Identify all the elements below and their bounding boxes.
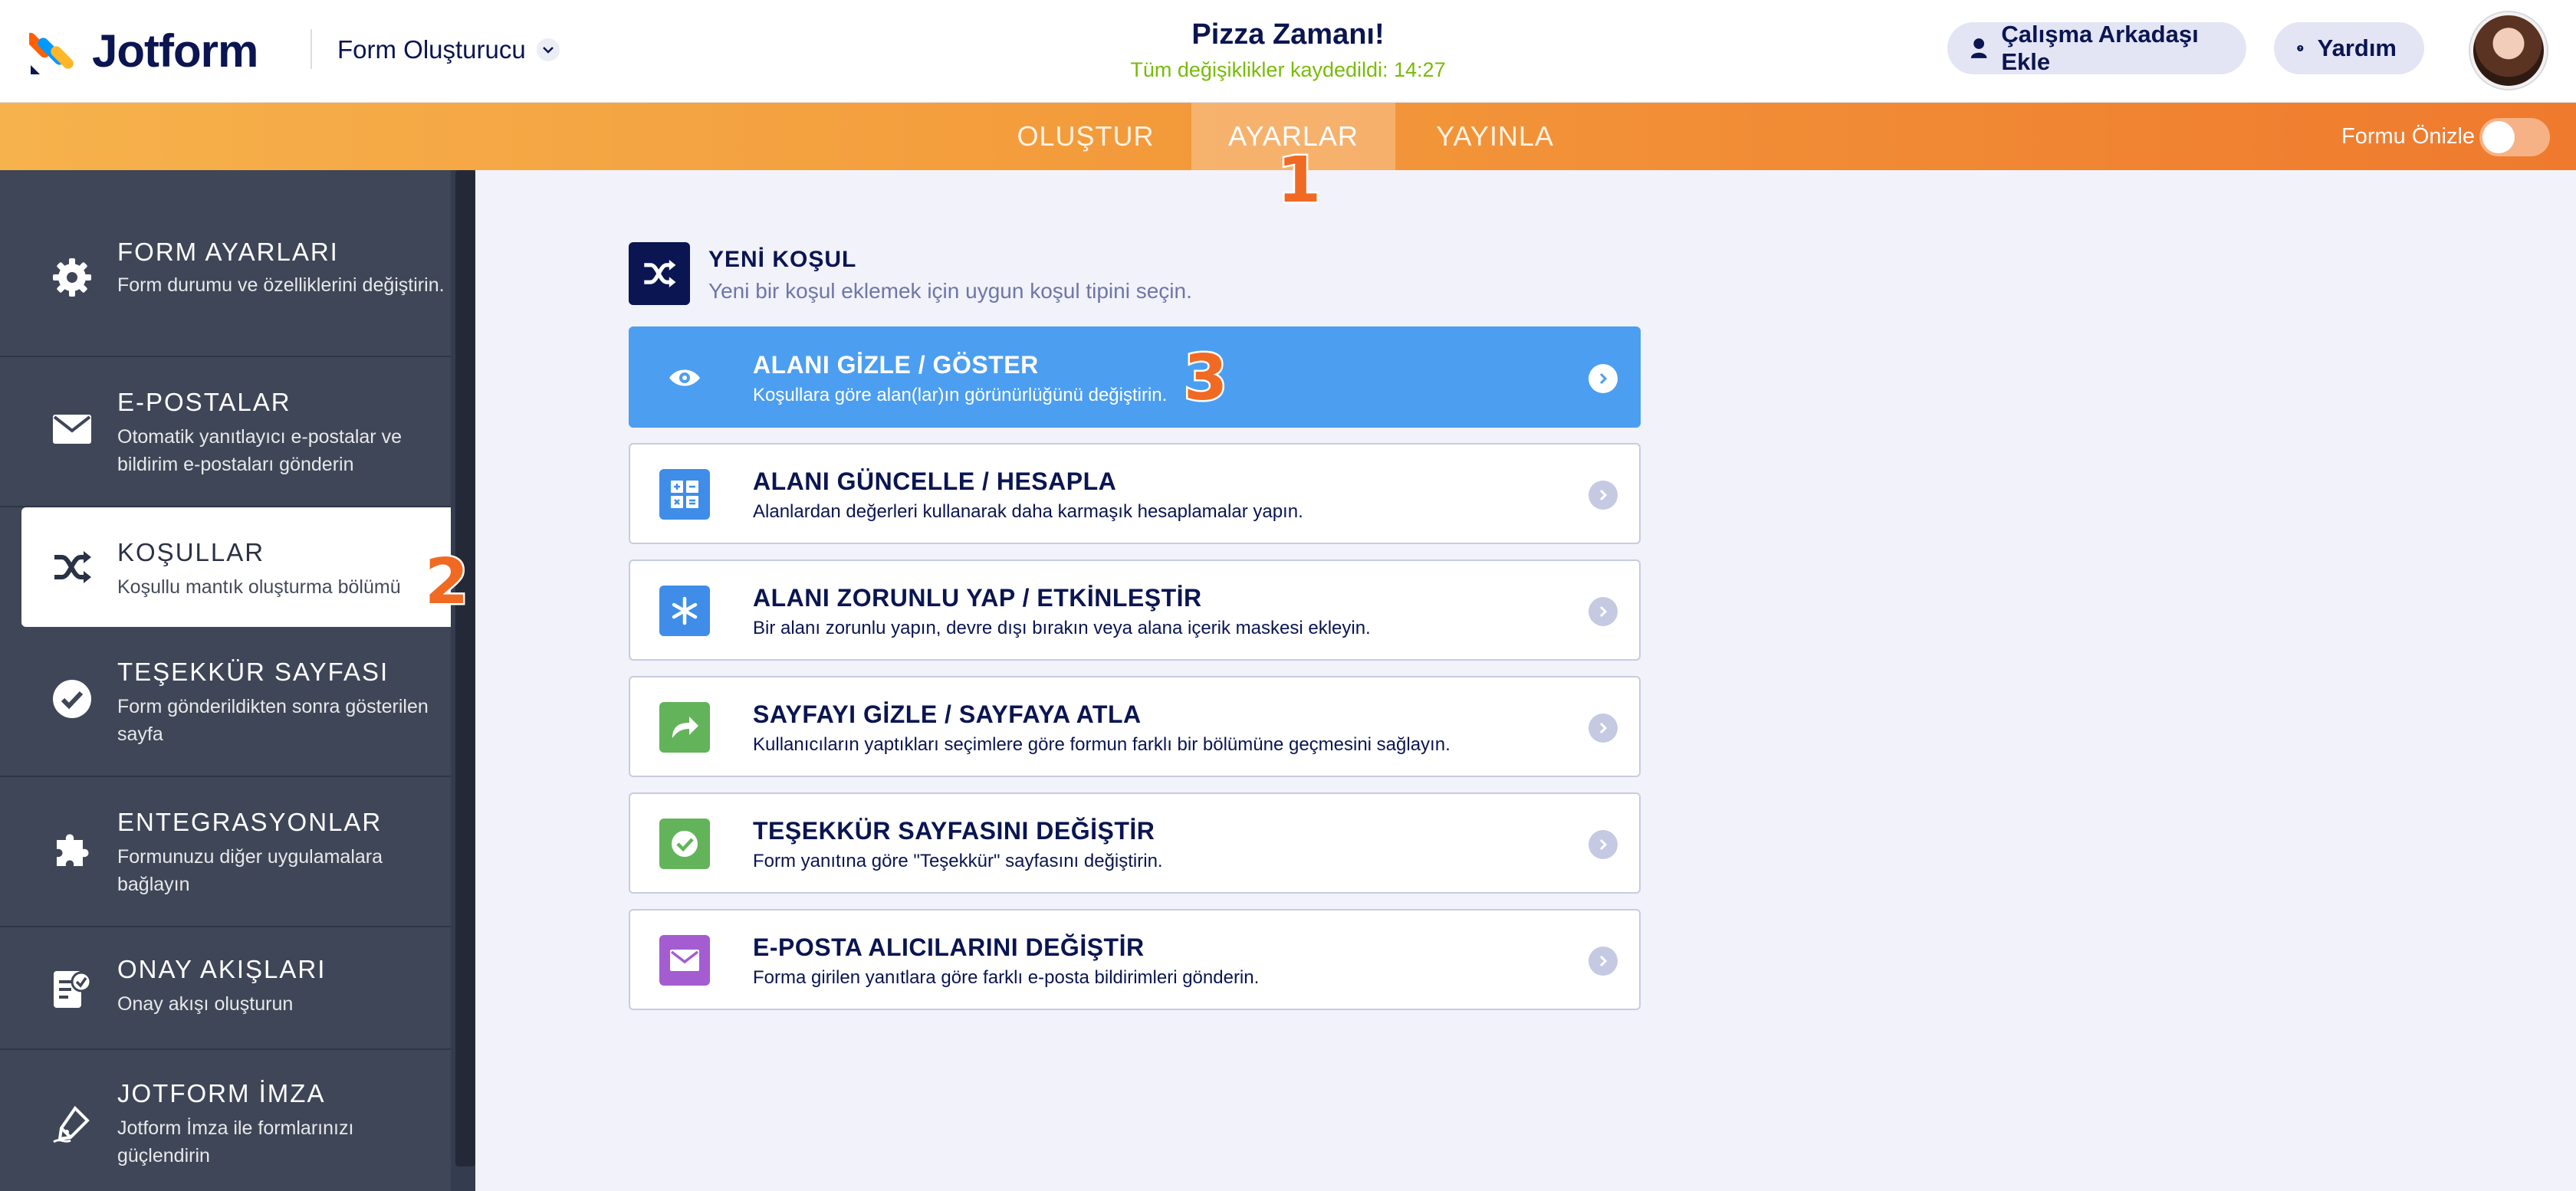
svg-text:?: ?: [2299, 47, 2302, 51]
sidebar-item-desc: Form gönderildikten sonra gösterilen say…: [117, 696, 429, 745]
new-condition-header: YENİ KOŞUL Yeni bir koşul eklemek için u…: [629, 242, 1319, 308]
sidebar-item-emails[interactable]: E-POSTALAR Otomatik yanıtlayıcı e-postal…: [0, 357, 451, 507]
chevron-right-icon: [1589, 597, 1618, 626]
sidebar-item-title: E-POSTALAR: [117, 388, 291, 416]
option-desc: Alanlardan değerleri kullanarak daha kar…: [753, 501, 1303, 522]
check-icon: [659, 819, 710, 869]
chevron-right-icon: [1589, 364, 1618, 393]
condition-option-change-thank-you[interactable]: TEŞEKKÜR SAYFASINI DEĞİŞTİR Form yanıtın…: [629, 792, 1641, 894]
option-title: ALANI GÜNCELLE / HESAPLA: [753, 468, 1117, 495]
condition-option-update-calculate[interactable]: ALANI GÜNCELLE / HESAPLA Alanlardan değe…: [629, 443, 1641, 544]
chevron-right-icon: [1589, 714, 1618, 743]
form-title[interactable]: Pizza Zamanı!: [1073, 18, 1503, 51]
sidebar-item-title: ONAY AKIŞLARI: [117, 955, 327, 983]
forward-arrow-icon: [659, 702, 710, 753]
sidebar-item-title: ENTEGRASYONLAR: [117, 808, 383, 836]
step-marker-3: 3: [1181, 340, 1229, 417]
chevron-down-icon: [536, 38, 560, 61]
sidebar-item-desc: Onay akışı oluşturun: [117, 993, 294, 1015]
option-title: ALANI ZORUNLU YAP / ETKİNLEŞTİR: [753, 584, 1202, 612]
sidebar-item-desc: Koşullu mantık oluşturma bölümü: [117, 576, 401, 598]
option-desc: Form yanıtına göre "Teşekkür" sayfasını …: [753, 851, 1163, 871]
sidebar-item-title: FORM AYARLARI: [117, 238, 339, 266]
header-divider: [310, 29, 312, 69]
sidebar-item-desc: Formunuzu diğer uygulamalara bağlayın: [117, 846, 383, 895]
jotform-logo[interactable]: Jotform: [29, 21, 258, 80]
option-desc: Kullanıcıların yaptıkları seçimlere göre…: [753, 734, 1451, 755]
help-icon: ?: [2297, 44, 2304, 52]
option-title: ALANI GİZLE / GÖSTER: [753, 351, 1039, 379]
sidebar-item-thank-you[interactable]: TEŞEKKÜR SAYFASI Form gönderildikten son…: [0, 627, 451, 777]
avatar[interactable]: [2470, 12, 2547, 89]
logo-text: Jotform: [92, 25, 258, 77]
sidebar-item-title: KOŞULLAR: [117, 538, 265, 566]
condition-option-change-email-recipients[interactable]: E-POSTA ALICILARINI DEĞİŞTİR Forma giril…: [629, 909, 1641, 1010]
sidebar-item-approval-flows[interactable]: ONAY AKIŞLARI Onay akışı oluşturun: [0, 927, 451, 1050]
sidebar-item-desc: Otomatik yanıtlayıcı e-postalar ve bildi…: [117, 426, 402, 475]
option-desc: Bir alanı zorunlu yapın, devre dışı bıra…: [753, 618, 1371, 638]
check-circle-icon: [51, 678, 94, 720]
sidebar-item-conditions[interactable]: KOŞULLAR Koşullu mantık oluşturma bölümü: [21, 507, 451, 627]
gear-icon: [51, 256, 94, 299]
chevron-right-icon: [1589, 481, 1618, 510]
step-marker-2: 2: [422, 544, 470, 621]
new-condition-subtitle: Yeni bir koşul eklemek için uygun koşul …: [708, 279, 1192, 303]
condition-option-show-hide[interactable]: ALANI GİZLE / GÖSTER Koşullara göre alan…: [629, 326, 1641, 428]
calculator-icon: [659, 469, 710, 520]
sidebar-item-title: JOTFORM İMZA: [117, 1079, 326, 1107]
sidebar-item-form-settings[interactable]: FORM AYARLARI Form durumu ve özellikleri…: [0, 170, 451, 357]
toggle-knob: [2482, 121, 2515, 153]
sidebar-item-desc: Jotform İmza ile formlarınızı güçlendiri…: [117, 1117, 354, 1166]
sidebar-scrollbar[interactable]: [455, 170, 475, 1166]
option-desc: Koşullara göre alan(lar)ın görünürlüğünü…: [753, 385, 1168, 405]
form-builder-dropdown[interactable]: Form Oluşturucu: [337, 31, 560, 69]
option-title: TEŞEKKÜR SAYFASINI DEĞİŞTİR: [753, 817, 1155, 845]
envelope-icon: [659, 935, 710, 986]
option-desc: Forma girilen yanıtlara göre farklı e-po…: [753, 967, 1260, 988]
condition-option-require-enable[interactable]: ALANI ZORUNLU YAP / ETKİNLEŞTİR Bir alan…: [629, 559, 1641, 661]
sidebar-item-integrations[interactable]: ENTEGRASYONLAR Formunuzu diğer uygulamal…: [0, 777, 451, 927]
top-header: Jotform Form Oluşturucu Pizza Zamanı! Tü…: [0, 0, 2576, 103]
pen-icon: [51, 1102, 94, 1145]
tab-create[interactable]: OLUŞTUR: [1009, 103, 1162, 170]
help-label: Yardım: [2317, 34, 2397, 61]
sidebar-item-desc: Form durumu ve özelliklerini değiştirin.: [117, 274, 445, 296]
step-marker-1: 1: [1275, 143, 1322, 219]
new-condition-title: YENİ KOŞUL: [708, 247, 857, 272]
shuffle-icon: [51, 546, 94, 589]
sidebar-list: FORM AYARLARI Form durumu ve özellikleri…: [0, 170, 451, 1191]
puzzle-icon: [51, 828, 94, 871]
option-title: E-POSTA ALICILARINI DEĞİŞTİR: [753, 933, 1145, 961]
help-button[interactable]: ? Yardım: [2274, 22, 2424, 74]
option-title: SAYFAYI GİZLE / SAYFAYA ATLA: [753, 700, 1142, 728]
sidebar-item-title: TEŞEKKÜR SAYFASI: [117, 658, 389, 686]
eye-icon: [659, 353, 710, 403]
settings-sidebar: FORM AYARLARI Form durumu ve özellikleri…: [0, 170, 475, 1191]
jotform-logo-icon: [29, 32, 74, 74]
user-icon: [1970, 38, 1987, 58]
sidebar-item-jotform-sign[interactable]: JOTFORM İMZA Jotform İmza ile formlarını…: [0, 1050, 451, 1191]
preview-form-label: Formu Önizle: [2341, 124, 2476, 149]
chevron-right-icon: [1589, 830, 1618, 859]
envelope-icon: [51, 408, 94, 451]
preview-form-toggle[interactable]: [2479, 118, 2550, 156]
shuffle-icon: [629, 242, 690, 305]
save-status: Tüm değişiklikler kaydedildi: 14:27: [1130, 58, 1446, 81]
condition-option-skip-page[interactable]: SAYFAYI GİZLE / SAYFAYA ATLA Kullanıcıla…: [629, 676, 1641, 777]
tab-publish[interactable]: YAYINLA: [1415, 103, 1575, 170]
chevron-right-icon: [1589, 947, 1618, 976]
add-collaborator-label: Çalışma Arkadaşı Ekle: [2001, 21, 2199, 75]
form-builder-label: Form Oluşturucu: [337, 35, 526, 64]
approval-doc-icon: [51, 967, 94, 1010]
asterisk-icon: [659, 586, 710, 636]
add-collaborator-button[interactable]: Çalışma Arkadaşı Ekle: [1947, 21, 2246, 75]
